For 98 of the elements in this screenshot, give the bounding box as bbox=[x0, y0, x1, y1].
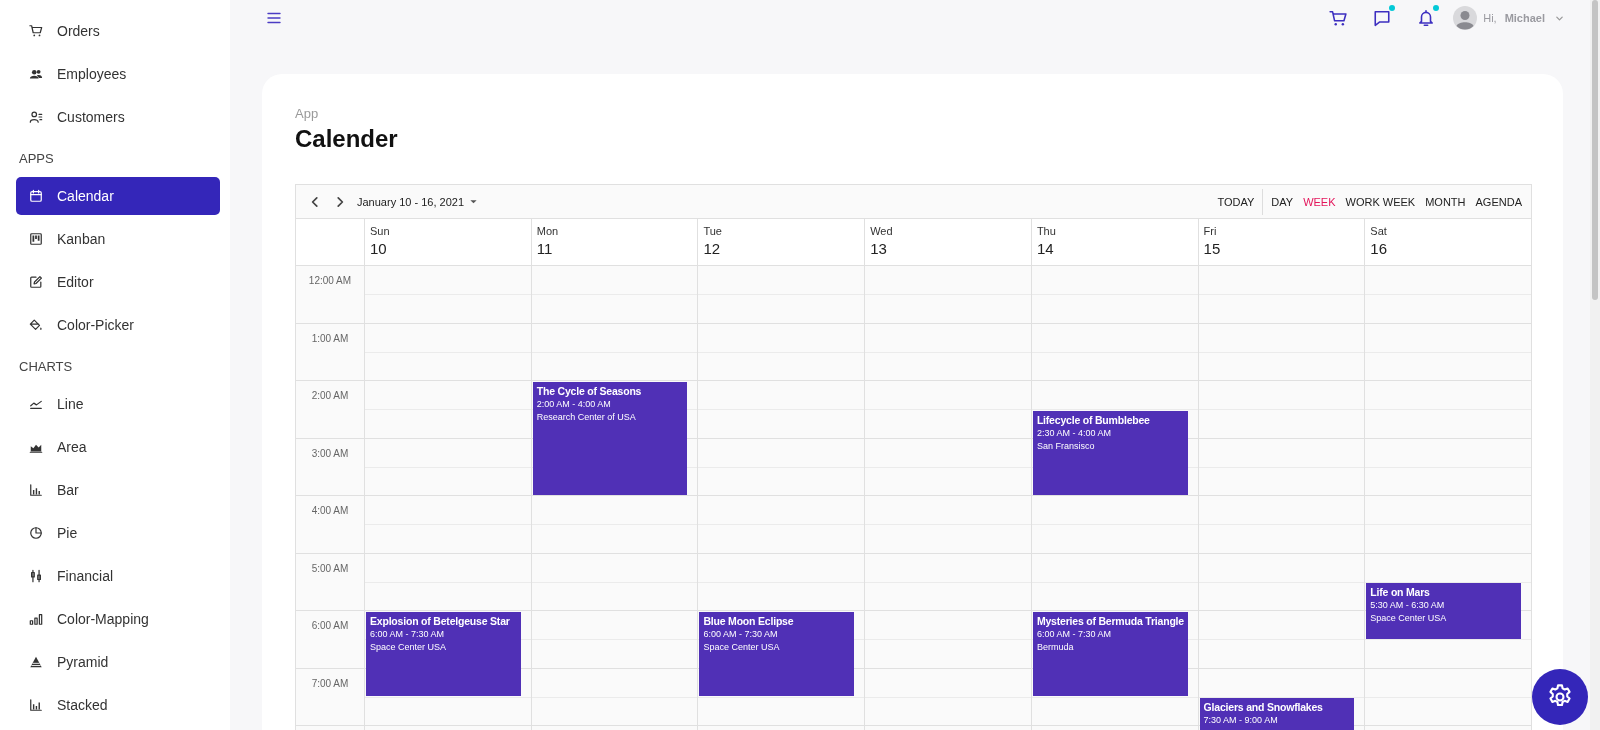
chat-icon bbox=[1373, 9, 1392, 27]
event-time: 2:30 AM - 4:00 AM bbox=[1036, 426, 1112, 440]
event-card[interactable]: Mysteries of Bermuda Triangle 6:00 AM - 7:30 AM Bermuda bbox=[1032, 612, 1188, 697]
avatar bbox=[1453, 6, 1478, 30]
scrollbar[interactable] bbox=[1590, 0, 1600, 730]
event-card[interactable]: The Cycle of Seasons 2:00 AM - 4:00 AM Research Center of USA bbox=[532, 382, 688, 495]
day-name: Sun bbox=[370, 225, 391, 237]
event-title: Life on Mars bbox=[1370, 586, 1431, 600]
page-title: Calender bbox=[295, 124, 399, 154]
person-list-icon bbox=[29, 110, 43, 124]
sidebar-item[interactable]: Pyramid bbox=[16, 643, 220, 681]
candlestick-icon bbox=[29, 569, 43, 583]
view-tab[interactable]: WEEK bbox=[1298, 188, 1341, 215]
sidebar-item[interactable]: Calendar bbox=[16, 177, 220, 215]
bell-icon bbox=[1417, 9, 1436, 27]
event-title: The Cycle of Seasons bbox=[536, 385, 643, 398]
day-date[interactable]: 13 bbox=[870, 240, 1026, 257]
event-location: San Fransisco bbox=[1036, 439, 1096, 453]
settings-button[interactable] bbox=[1532, 669, 1588, 725]
event-location: Space Center USA bbox=[703, 641, 781, 654]
sidebar-item[interactable]: Line bbox=[16, 385, 220, 423]
event-location: Bermuda bbox=[1036, 641, 1075, 654]
section-heading: CHARTS bbox=[18, 358, 74, 376]
sidebar-item[interactable]: Area bbox=[16, 428, 220, 466]
sidebar-item[interactable]: Color-Picker bbox=[16, 306, 220, 344]
event-title: Explosion of Betelgeuse Star bbox=[370, 615, 511, 628]
view-tab[interactable]: MONTH bbox=[1420, 188, 1471, 215]
event-card[interactable]: Life on Mars 5:30 AM - 6:30 AM Space Center USA bbox=[1366, 583, 1522, 639]
bar-chart-icon bbox=[29, 612, 43, 626]
sidebar-item[interactable]: Customers bbox=[16, 98, 220, 136]
calendar-icon bbox=[29, 189, 43, 203]
date-range-picker[interactable]: January 10 - 16, 2021 bbox=[352, 195, 484, 208]
view-tab[interactable]: AGENDA bbox=[1470, 188, 1527, 215]
sidebar-item[interactable]: Orders bbox=[16, 12, 220, 50]
time-label: 6:00 AM bbox=[311, 620, 349, 631]
sidebar-item[interactable]: Kanban bbox=[16, 220, 220, 258]
event-time: 6:00 AM - 7:30 AM bbox=[703, 628, 779, 641]
time-label: 12:00 AM bbox=[308, 275, 352, 286]
event-location: Space Center USA bbox=[1370, 612, 1448, 626]
day-name: Thu bbox=[1036, 225, 1057, 237]
sidebar-item[interactable]: Bar bbox=[16, 471, 220, 509]
time-label: 3:00 AM bbox=[311, 447, 349, 459]
event-card[interactable]: Glaciers and Snowflakes 7:30 AM - 9:00 AM bbox=[1199, 698, 1355, 730]
day-name: Fri bbox=[1203, 225, 1218, 237]
day-date[interactable]: 15 bbox=[1203, 240, 1360, 257]
today-button[interactable]: TODAY bbox=[1212, 188, 1264, 215]
event-title: Blue Moon Eclipse bbox=[703, 615, 795, 628]
sidebar-item[interactable]: Color-Mapping bbox=[16, 600, 220, 638]
day-date[interactable]: 10 bbox=[370, 240, 526, 257]
time-label: 2:00 AM bbox=[311, 390, 349, 401]
sidebar-item[interactable]: Stacked bbox=[16, 686, 220, 724]
day-name: Wed bbox=[870, 225, 894, 237]
time-label: 5:00 AM bbox=[311, 562, 349, 574]
caret-down-icon bbox=[469, 197, 479, 206]
event-title: Mysteries of Bermuda Triangle bbox=[1036, 615, 1184, 628]
breadcrumb: App bbox=[295, 105, 320, 123]
pyramid-icon bbox=[29, 655, 43, 669]
time-label: 7:00 AM bbox=[311, 677, 349, 689]
view-tab[interactable]: WORK WEEK bbox=[1340, 188, 1421, 215]
time-label: 1:00 AM bbox=[311, 332, 349, 344]
event-card[interactable]: Lifecycle of Bumblebee 2:30 AM - 4:00 AM San Fransisco bbox=[1032, 410, 1188, 495]
time-label: 4:00 AM bbox=[311, 505, 349, 516]
user-name: Michael bbox=[1504, 12, 1545, 24]
event-location: Space Center USA bbox=[370, 641, 448, 654]
day-name: Mon bbox=[536, 225, 560, 237]
greeting-text: Hi, bbox=[1483, 12, 1497, 24]
event-title: Lifecycle of Bumblebee bbox=[1036, 413, 1151, 427]
day-name: Tue bbox=[703, 225, 723, 237]
event-title: Glaciers and Snowflakes bbox=[1203, 701, 1324, 715]
cart-icon bbox=[1329, 9, 1348, 27]
cart-icon bbox=[29, 24, 43, 38]
event-location: Research Center of USA bbox=[536, 411, 637, 424]
bar-chart-icon bbox=[29, 483, 43, 497]
view-tab[interactable]: DAY bbox=[1266, 188, 1299, 215]
event-time: 5:30 AM - 6:30 AM bbox=[1370, 599, 1446, 613]
event-time: 7:30 AM - 9:00 AM bbox=[1203, 714, 1279, 728]
menu-icon[interactable] bbox=[266, 10, 282, 26]
event-time: 6:00 AM - 7:30 AM bbox=[1036, 628, 1112, 641]
kanban-icon bbox=[29, 232, 43, 246]
event-card[interactable]: Blue Moon Eclipse 6:00 AM - 7:30 AM Space Center USA bbox=[699, 612, 855, 697]
day-date[interactable]: 16 bbox=[1370, 240, 1527, 257]
sidebar-item[interactable]: Employees bbox=[16, 55, 220, 93]
day-date[interactable]: 11 bbox=[536, 240, 693, 257]
sidebar-item[interactable]: Financial bbox=[16, 557, 220, 595]
bar-chart-icon bbox=[29, 698, 43, 712]
people-icon bbox=[29, 67, 43, 81]
pie-chart-icon bbox=[29, 526, 43, 540]
paint-bucket-icon bbox=[29, 318, 43, 332]
event-time: 6:00 AM - 7:30 AM bbox=[370, 628, 446, 641]
day-date[interactable]: 14 bbox=[1036, 240, 1193, 257]
day-date[interactable]: 12 bbox=[703, 240, 860, 257]
event-card[interactable]: Explosion of Betelgeuse Star 6:00 AM - 7:30 AM Space Center USA bbox=[366, 612, 521, 697]
event-time: 2:00 AM - 4:00 AM bbox=[536, 398, 612, 411]
sidebar-item[interactable]: Pie bbox=[16, 514, 220, 552]
sidebar-item[interactable]: Editor bbox=[16, 263, 220, 301]
day-name: Sat bbox=[1370, 225, 1388, 237]
section-heading: APPS bbox=[18, 150, 55, 168]
edit-icon bbox=[29, 275, 43, 289]
